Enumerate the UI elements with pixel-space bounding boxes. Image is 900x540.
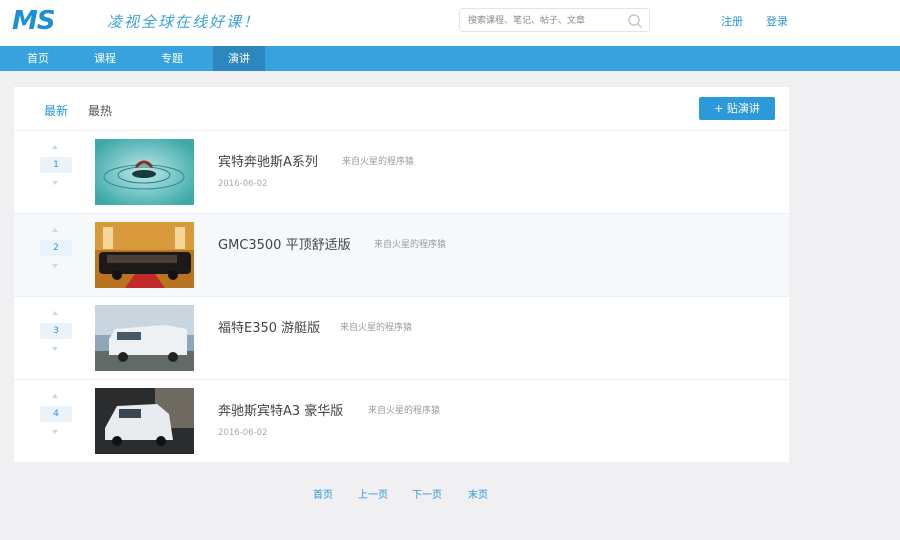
register-link[interactable]: 注册	[721, 13, 743, 29]
post-date: 2016-06-02	[218, 428, 268, 438]
rank-number: 3	[40, 323, 72, 339]
site-header: MS 凌视全球在线好课！ 注册 登录	[0, 0, 900, 46]
list-item[interactable]: 2 GMC3500 平顶舒适版 来自火星的程序猿	[14, 214, 789, 297]
vote-widget: 3	[40, 311, 72, 363]
search-icon[interactable]	[627, 13, 643, 29]
post-author[interactable]: 来自火星的程序猿	[374, 237, 446, 250]
search-input[interactable]	[468, 12, 628, 29]
post-title[interactable]: 宾特奔驰斯A系列	[218, 151, 318, 170]
nav-item-topics[interactable]: 专题	[146, 46, 198, 71]
site-slogan: 凌视全球在线好课！	[107, 13, 261, 31]
nav-item-home[interactable]: 首页	[12, 46, 64, 71]
post-title[interactable]: 奔驰斯宾特A3 豪华版	[218, 400, 343, 419]
post-author[interactable]: 来自火星的程序猿	[342, 154, 414, 167]
post-author[interactable]: 来自火星的程序猿	[368, 403, 440, 416]
site-logo[interactable]: MS	[12, 6, 56, 36]
pager-prev[interactable]: 上一页	[358, 486, 388, 501]
downvote-icon[interactable]	[52, 264, 58, 268]
login-link[interactable]: 登录	[766, 13, 788, 29]
pager-first[interactable]: 首页	[313, 486, 333, 501]
downvote-icon[interactable]	[52, 430, 58, 434]
post-title[interactable]: 福特E350 游艇版	[218, 317, 320, 336]
post-thumbnail[interactable]	[95, 222, 194, 288]
post-thumbnail[interactable]	[95, 139, 194, 205]
vote-widget: 4	[40, 394, 72, 446]
upvote-icon[interactable]	[52, 311, 58, 315]
post-author[interactable]: 来自火星的程序猿	[340, 320, 412, 333]
downvote-icon[interactable]	[52, 181, 58, 185]
list-item[interactable]: 1 宾特奔驰斯A系列 来自火星的程序猿 2016-06-02	[14, 131, 789, 214]
vote-widget: 1	[40, 145, 72, 197]
pager-last[interactable]: 末页	[468, 486, 488, 501]
list-item[interactable]: 3 福特E350 游艇版 来自火星的程序猿	[14, 297, 789, 380]
rank-number: 2	[40, 240, 72, 256]
pager-next[interactable]: 下一页	[412, 486, 442, 501]
post-date: 2016-06-02	[218, 179, 268, 189]
post-title[interactable]: GMC3500 平顶舒适版	[218, 234, 351, 253]
upvote-icon[interactable]	[52, 145, 58, 149]
tab-latest[interactable]: 最新	[44, 102, 68, 119]
rank-number: 1	[40, 157, 72, 173]
talk-list-card: 最新 最热 + 贴演讲 1 宾特奔驰斯A系列 来自火星的程序猿 2016-06-…	[14, 87, 789, 462]
downvote-icon[interactable]	[52, 347, 58, 351]
upvote-icon[interactable]	[52, 228, 58, 232]
nav-item-courses[interactable]: 课程	[79, 46, 131, 71]
post-thumbnail[interactable]	[95, 305, 194, 371]
search-box	[459, 8, 650, 32]
upvote-icon[interactable]	[52, 394, 58, 398]
rank-number: 4	[40, 406, 72, 422]
nav-item-talks[interactable]: 演讲	[213, 46, 265, 71]
main-nav: 首页 课程 专题 演讲	[0, 46, 900, 71]
tab-hot[interactable]: 最热	[88, 102, 112, 119]
sort-tabs: 最新 最热 + 贴演讲	[14, 87, 789, 131]
post-thumbnail[interactable]	[95, 388, 194, 454]
post-talk-button[interactable]: + 贴演讲	[699, 97, 775, 120]
vote-widget: 2	[40, 228, 72, 280]
list-item[interactable]: 4 奔驰斯宾特A3 豪华版 来自火星的程序猿 2016-06-02	[14, 380, 789, 463]
